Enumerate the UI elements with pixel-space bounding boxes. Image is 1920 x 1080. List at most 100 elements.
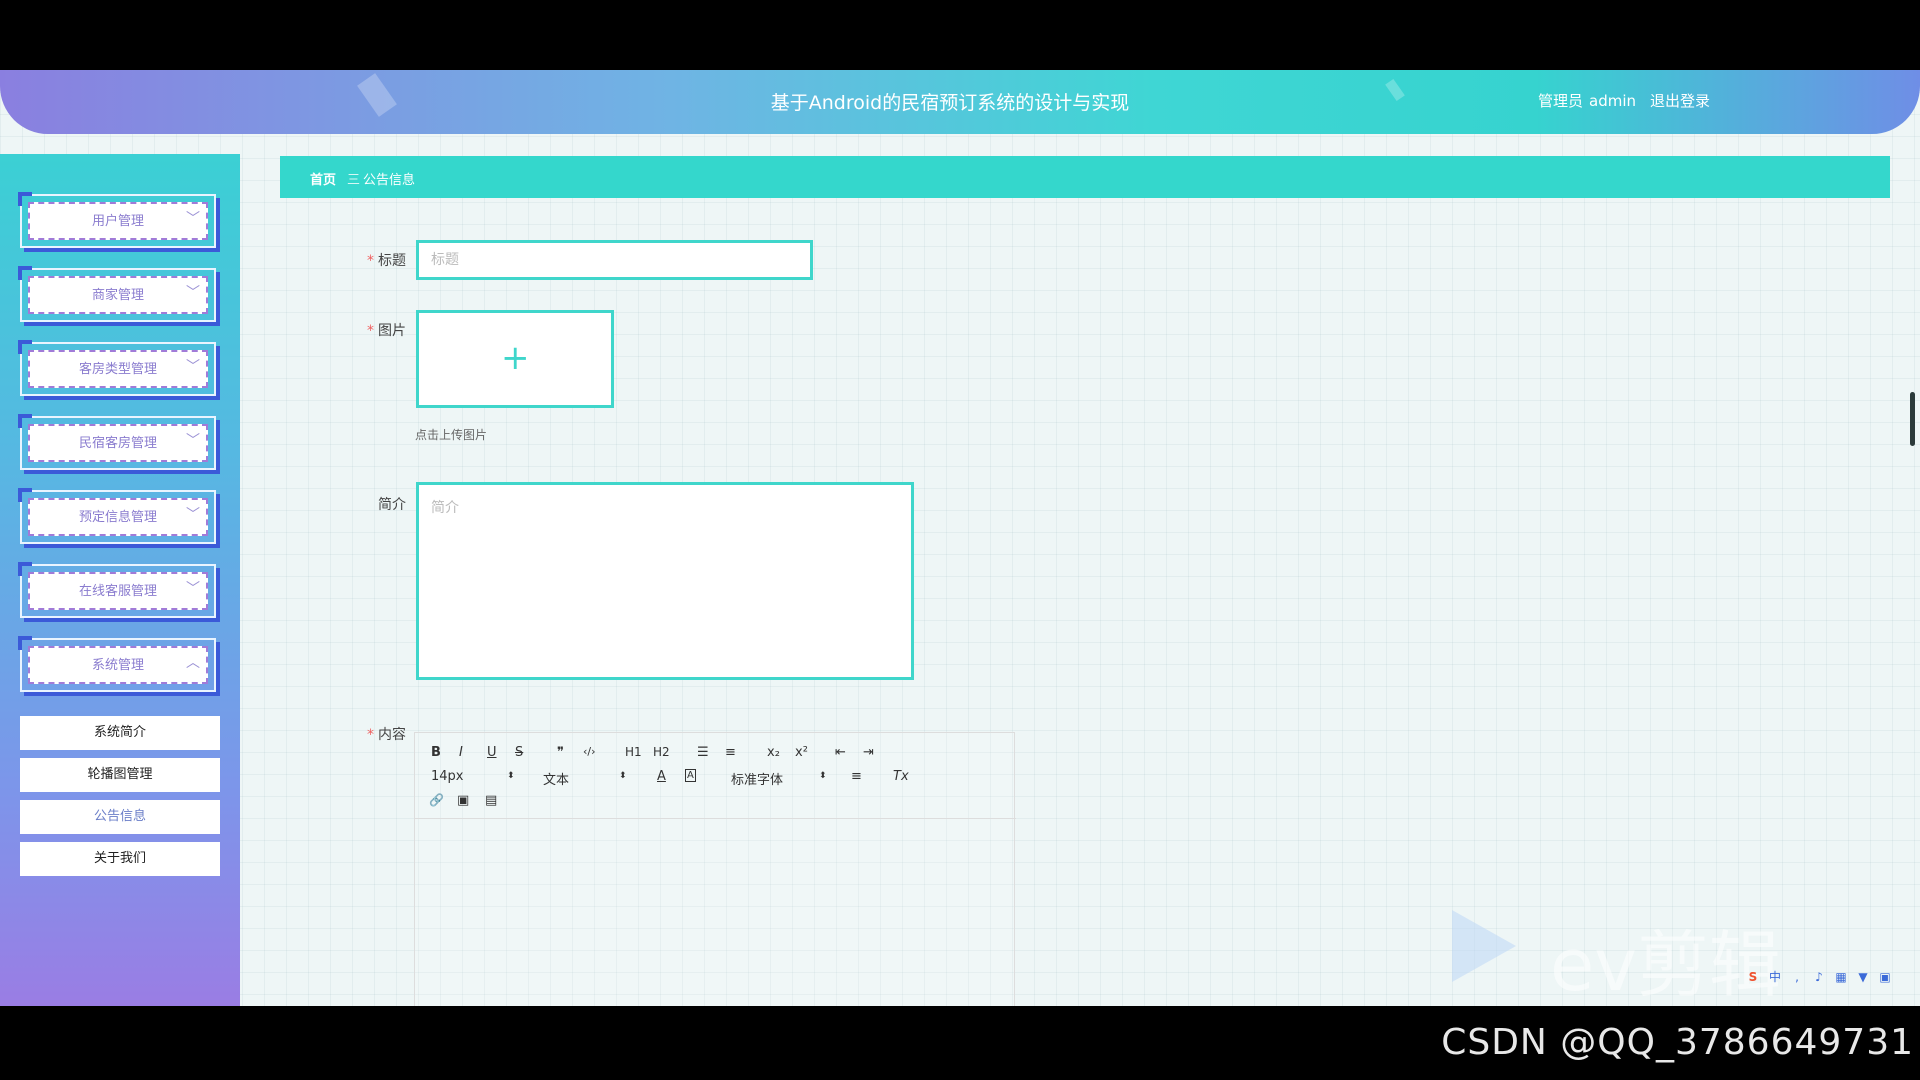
select-arrow-icon: ⬍	[507, 771, 515, 781]
clean-format-button[interactable]: Tx	[893, 769, 909, 784]
user-role: 管理员	[1538, 92, 1584, 110]
font-family-value: 标准字体	[731, 773, 784, 788]
title-label-text: 标题	[378, 253, 406, 269]
intro-field[interactable]	[416, 482, 914, 680]
menu-label: 系统管理	[91, 658, 144, 673]
chevron-down-icon: ﹀	[186, 507, 200, 523]
breadcrumb: 首页 三 公告信息	[280, 156, 1890, 198]
csdn-watermark: CSDN @QQ_3786649731	[1441, 1022, 1914, 1063]
sidebar-menu-merchants[interactable]: 商家管理 ﹀	[18, 266, 216, 322]
header-select-value: 文本	[543, 773, 570, 788]
menu-label: 客房类型管理	[78, 362, 157, 377]
bold-button[interactable]: B	[431, 745, 441, 760]
ev-recorder-logo: ev剪辑	[1550, 923, 1781, 1006]
sidebar-menu-bookings[interactable]: 预定信息管理 ﹀	[18, 488, 216, 544]
editor-toolbar: B I U S ❞ ‹/› H1 H2 ☰ ≡ x₂ x² ⇤ ⇥ 14px ⬍ …	[415, 733, 1016, 819]
h1-button[interactable]: H1	[625, 745, 642, 759]
menu-label: 商家管理	[91, 288, 144, 303]
sidebar-menu-system[interactable]: 系统管理 ︿	[18, 636, 216, 692]
chevron-down-icon: ﹀	[186, 285, 200, 301]
editor-content-area[interactable]	[415, 820, 1015, 1006]
image-label-text: 图片	[378, 323, 406, 339]
font-size-value: 14px	[431, 769, 464, 784]
ime-logo-icon: S	[1748, 970, 1758, 984]
h2-button[interactable]: H2	[653, 745, 670, 759]
sidebar-menu-rooms[interactable]: 民宿客房管理 ﹀	[18, 414, 216, 470]
blockquote-button[interactable]: ❞	[557, 745, 564, 760]
italic-button[interactable]: I	[459, 745, 463, 760]
sidebar-menu-support[interactable]: 在线客服管理 ﹀	[18, 562, 216, 618]
username: admin	[1589, 92, 1637, 110]
microphone-icon: ♪	[1815, 970, 1823, 984]
submenu-announcements[interactable]: 公告信息	[20, 800, 220, 834]
breadcrumb-current: 公告信息	[363, 173, 416, 188]
content-label-text: 内容	[378, 727, 406, 743]
chevron-down-icon: ﹀	[186, 359, 200, 375]
menu-label: 在线客服管理	[78, 584, 157, 599]
submenu-system-intro[interactable]: 系统简介	[20, 716, 220, 750]
chevron-down-icon: ﹀	[186, 581, 200, 597]
top-black-bar	[0, 0, 1920, 70]
sidebar: 用户管理 ﹀ 商家管理 ﹀ 客房类型管理 ﹀ 民宿客房管理 ﹀ 预定信息管理 ﹀…	[0, 154, 240, 1006]
rich-text-editor: B I U S ❞ ‹/› H1 H2 ☰ ≡ x₂ x² ⇤ ⇥ 14px ⬍ …	[414, 732, 1016, 1006]
image-upload-button[interactable]: +	[416, 310, 614, 408]
background-color-button[interactable]: A	[685, 769, 696, 782]
chevron-down-icon: ﹀	[186, 433, 200, 449]
logout-link[interactable]: 退出登录	[1650, 90, 1710, 111]
content-label: * 内容	[326, 724, 406, 744]
required-mark: *	[367, 253, 374, 269]
select-arrow-icon: ⬍	[819, 771, 827, 781]
required-mark: *	[367, 727, 374, 743]
underline-button[interactable]: U	[487, 745, 497, 760]
breadcrumb-home[interactable]: 首页	[310, 169, 336, 188]
ordered-list-button[interactable]: ☰	[697, 745, 709, 760]
superscript-button[interactable]: x²	[795, 745, 808, 760]
keyboard-icon: ▦	[1835, 970, 1847, 984]
ime-punct-icon: ,	[1795, 970, 1799, 984]
bullet-list-button[interactable]: ≡	[725, 745, 736, 760]
page-scrollbar[interactable]	[1910, 392, 1915, 446]
intro-label: 简介	[378, 497, 406, 513]
outdent-button[interactable]: ⇤	[835, 745, 846, 760]
image-button[interactable]: ▣	[457, 793, 469, 808]
select-arrow-icon: ⬍	[619, 771, 627, 781]
upload-hint: 点击上传图片	[415, 428, 488, 442]
font-size-select[interactable]: 14px ⬍	[431, 769, 515, 784]
submenu-carousel[interactable]: 轮播图管理	[20, 758, 220, 792]
chevron-up-icon: ︿	[186, 655, 200, 671]
menu-label: 用户管理	[91, 214, 144, 229]
grid-icon: ▣	[1879, 970, 1891, 984]
sidebar-menu-room-types[interactable]: 客房类型管理 ﹀	[18, 340, 216, 396]
ime-tray: S 中, ♪ ▦ ▼ ▣	[1744, 966, 1898, 990]
submenu-about-us[interactable]: 关于我们	[20, 842, 220, 876]
link-button[interactable]: 🔗	[429, 793, 444, 807]
menu-label: 预定信息管理	[78, 510, 157, 525]
breadcrumb-separator: 三	[347, 173, 361, 188]
font-family-select[interactable]: 标准字体 ⬍	[731, 769, 827, 788]
top-header: 基于Android的民宿预订系统的设计与实现 管理员 admin 退出登录	[0, 70, 1920, 134]
menu-label: 民宿客房管理	[78, 436, 157, 451]
image-label: * 图片	[326, 320, 406, 340]
video-button[interactable]: ▤	[485, 793, 497, 808]
header-select[interactable]: 文本 ⬍	[543, 769, 627, 788]
code-button[interactable]: ‹/›	[583, 745, 596, 758]
font-color-button[interactable]: A	[657, 769, 666, 784]
required-mark: *	[367, 323, 374, 339]
chevron-down-icon: ﹀	[186, 211, 200, 227]
plus-icon: +	[501, 338, 530, 378]
title-input[interactable]	[419, 243, 810, 277]
indent-button[interactable]: ⇥	[863, 745, 874, 760]
title-field[interactable]	[416, 240, 813, 280]
align-button[interactable]: ≡	[851, 769, 862, 784]
ime-chinese-icon: 中	[1768, 970, 1781, 984]
sidebar-menu-users[interactable]: 用户管理 ﹀	[18, 192, 216, 248]
header-decoration	[1385, 78, 1405, 102]
current-user: 管理员 admin	[1538, 90, 1642, 111]
strike-button[interactable]: S	[515, 745, 523, 760]
header-decoration	[357, 73, 397, 117]
ev-play-icon	[1452, 910, 1516, 982]
subscript-button[interactable]: x₂	[767, 745, 780, 760]
app-window: 基于Android的民宿预订系统的设计与实现 管理员 admin 退出登录 用户管…	[0, 70, 1920, 1006]
title-label: * 标题	[326, 250, 406, 270]
intro-textarea[interactable]	[419, 485, 911, 677]
